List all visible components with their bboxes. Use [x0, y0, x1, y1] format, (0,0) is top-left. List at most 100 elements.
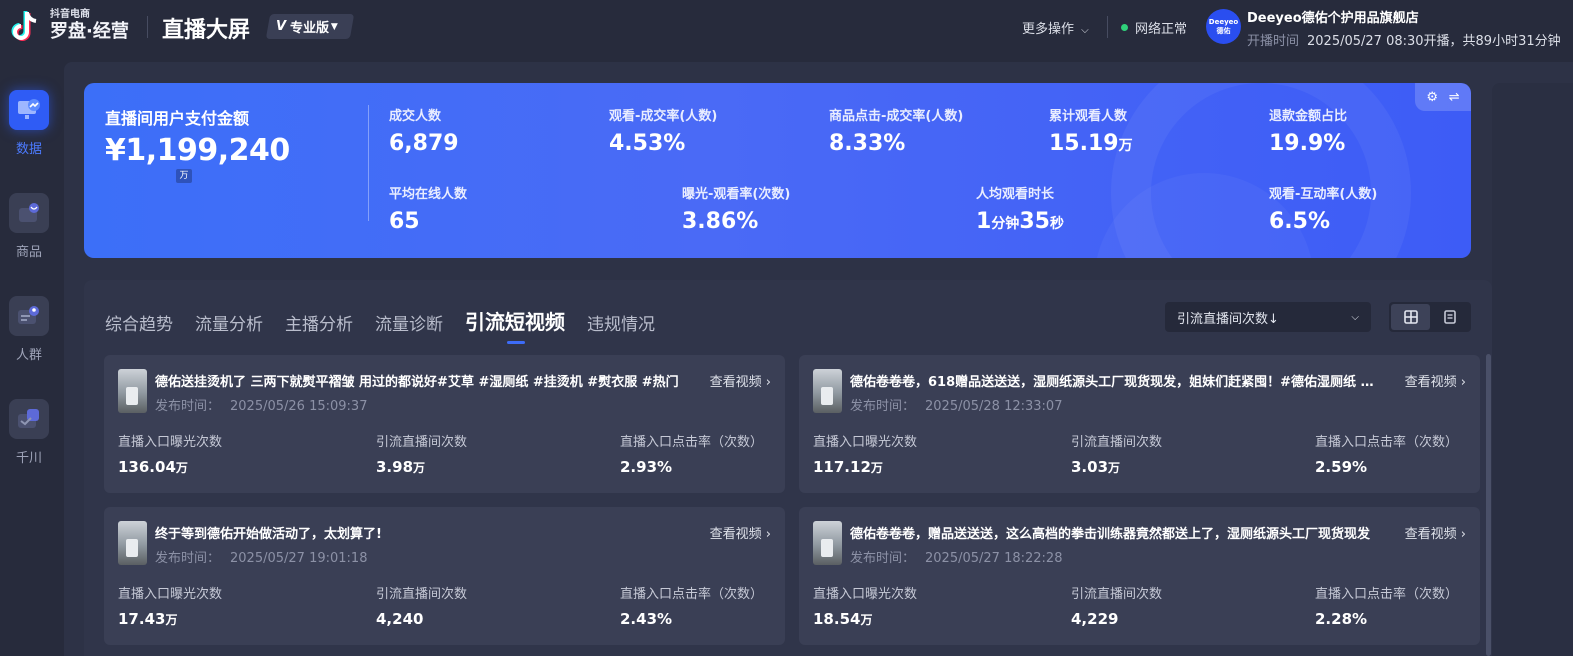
douyin-logo-icon: [10, 8, 42, 44]
logo-subtitle: 抖音电商: [50, 9, 90, 20]
sidebar-item-label: 商品: [15, 245, 42, 260]
network-status: 网络正常: [1121, 18, 1187, 37]
sidebar-item-label: 千川: [15, 451, 42, 466]
sidebar-item-qianchuan[interactable]: 千川: [8, 399, 50, 466]
sidebar-item-audience[interactable]: 人群: [8, 296, 50, 363]
tab-anchor-analysis[interactable]: 主播分析: [285, 310, 353, 335]
chevron-right-icon: ›: [765, 375, 771, 390]
metric-traffic: 引流直播间次数 3.98万: [376, 435, 468, 476]
caret-down-icon: ▼: [331, 21, 338, 32]
publish-time: 发布时间： 2025/05/26 15:09:37: [155, 399, 368, 414]
grid-view-button[interactable]: [1391, 304, 1430, 330]
kpi-refund-ratio: 退款金额占比 19.9%: [1269, 105, 1347, 156]
logo-title: 罗盘·经营: [50, 21, 129, 42]
metric-traffic: 引流直播间次数 4,229: [1071, 587, 1163, 628]
page-title: 直播大屏: [162, 18, 251, 43]
swap-icon[interactable]: ⇌: [1449, 90, 1460, 105]
kpi-label: 累计观看人数: [1049, 109, 1128, 124]
side-panel: [1492, 83, 1573, 656]
video-thumbnail[interactable]: [118, 521, 147, 565]
kpi-value: 6,879: [389, 131, 459, 156]
v-check-icon: V: [276, 19, 287, 34]
video-thumbnail[interactable]: [813, 369, 842, 413]
analysis-tabs: 综合趋势 流量分析 主播分析 流量诊断 引流短视频 违规情况: [105, 306, 677, 344]
shop-avatar[interactable]: Deeyeo 德佑: [1206, 9, 1241, 44]
metric-exposure: 直播入口曝光次数 18.54万: [813, 587, 918, 628]
kpi-value: 19.9%: [1269, 131, 1346, 156]
tab-short-videos[interactable]: 引流短视频: [465, 306, 565, 344]
top-header: 抖音电商 罗盘·经营 直播大屏 V 专业版 ▼ 更多操作 ⌵ 网络正常 Deey…: [0, 0, 1573, 56]
settings-icon[interactable]: ⚙: [1426, 90, 1438, 105]
chevron-right-icon: ›: [765, 527, 771, 542]
kpi-summary-card: 直播间用户支付金额 ¥1,199,240 万 成交人数 6,879 观看-成交率…: [84, 83, 1471, 258]
scrollbar[interactable]: [1486, 354, 1491, 656]
kpi-label: 平均在线人数: [389, 187, 468, 202]
more-ops-label: 更多操作: [1022, 22, 1075, 37]
sort-select[interactable]: 引流直播间次数↓ ⌵: [1165, 302, 1371, 332]
tab-traffic-diagnosis[interactable]: 流量诊断: [375, 310, 443, 335]
kpi-avg-watch-time: 人均观看时长 1分钟35秒: [976, 183, 1064, 234]
sidebar-item-data[interactable]: 数据: [8, 90, 50, 157]
video-thumbnail[interactable]: [813, 521, 842, 565]
gmv-unit-badge[interactable]: 万: [176, 169, 192, 183]
chevron-down-icon: ⌵: [1081, 25, 1089, 36]
sidebar: 数据 商品 人群 千川: [0, 56, 60, 656]
tab-overall-trend[interactable]: 综合趋势: [105, 310, 173, 335]
metric-ctr: 直播入口点击率（次数） 2.59%: [1315, 435, 1459, 476]
sidebar-item-product[interactable]: 商品: [8, 193, 50, 260]
status-dot-icon: [1121, 24, 1128, 31]
header-divider: [147, 16, 148, 38]
more-operations-dropdown[interactable]: 更多操作 ⌵: [1022, 18, 1089, 37]
shop-name: Deeyeo德佑个护用品旗舰店: [1247, 11, 1419, 26]
gmv-label: 直播间用户支付金额: [105, 109, 250, 128]
video-card: 德佑卷卷卷，赠品送送送，这么高档的拳击训练器竟然都送上了，湿厕纸源头工厂现货现发…: [799, 507, 1480, 645]
video-card: 德佑卷卷卷，618赠品送送送，湿厕纸源头工厂现货现发，姐妹们赶紧囤！#德佑湿厕纸…: [799, 355, 1480, 493]
logo[interactable]: 抖音电商 罗盘·经营: [10, 8, 129, 44]
publish-time: 发布时间： 2025/05/28 12:33:07: [850, 399, 1063, 414]
kpi-label: 成交人数: [389, 109, 442, 124]
chart-screen-icon: [9, 90, 49, 130]
live-time-info: 开播时间 2025/05/27 08:30开播，共89小时31分钟: [1247, 30, 1561, 49]
view-video-link[interactable]: 查看视频 ›: [710, 371, 771, 390]
view-video-link[interactable]: 查看视频 ›: [1405, 371, 1466, 390]
publish-time: 发布时间： 2025/05/27 18:22:28: [850, 551, 1063, 566]
view-video-link[interactable]: 查看视频 ›: [1405, 523, 1466, 542]
sidebar-item-label: 人群: [15, 348, 42, 363]
kpi-view-conversion: 观看-成交率(人数) 4.53%: [609, 105, 717, 156]
list-view-button[interactable]: [1430, 304, 1469, 330]
kpi-toolbar: ⚙ ⇌: [1415, 83, 1471, 111]
user-card-icon: [9, 296, 49, 336]
chevron-down-icon: ⌵: [1351, 311, 1359, 323]
sort-select-value: 引流直播间次数↓: [1177, 311, 1279, 327]
gmv-value: ¥1,199,240: [105, 133, 290, 168]
edition-switch-button[interactable]: V 专业版 ▼: [265, 14, 355, 39]
kpi-value: 3.86%: [682, 209, 759, 234]
network-status-label: 网络正常: [1135, 22, 1188, 37]
edition-label: 专业版: [290, 21, 330, 36]
list-icon: [1443, 310, 1456, 324]
tab-violations[interactable]: 违规情况: [587, 310, 655, 335]
metric-ctr: 直播入口点击率（次数） 2.93%: [620, 435, 764, 476]
shopping-bag-icon: [9, 193, 49, 233]
kpi-divider: [368, 105, 369, 221]
kpi-label: 曝光-观看率(次数): [682, 187, 791, 202]
kpi-value: 4.53%: [609, 131, 686, 156]
grid-icon: [1403, 310, 1418, 324]
view-toggle: [1389, 302, 1471, 332]
kpi-click-conversion: 商品点击-成交率(人数) 8.33%: [829, 105, 963, 156]
video-thumbnail[interactable]: [118, 369, 147, 413]
kpi-value: 15.19万: [1049, 131, 1133, 156]
kpi-buyers: 成交人数 6,879: [389, 105, 459, 156]
chevron-right-icon: ›: [1460, 375, 1466, 390]
kpi-exposure-view-rate: 曝光-观看率(次数) 3.86%: [682, 183, 790, 234]
metric-ctr: 直播入口点击率（次数） 2.28%: [1315, 587, 1459, 628]
video-title: 终于等到德佑开始做活动了，太划算了!: [155, 527, 382, 542]
tab-traffic-analysis[interactable]: 流量分析: [195, 310, 263, 335]
publish-time: 发布时间： 2025/05/27 19:01:18: [155, 551, 368, 566]
view-video-link[interactable]: 查看视频 ›: [710, 523, 771, 542]
metric-exposure: 直播入口曝光次数 17.43万: [118, 587, 223, 628]
kpi-total-viewers: 累计观看人数 15.19万: [1049, 105, 1133, 156]
sidebar-item-label: 数据: [15, 142, 42, 157]
metric-traffic: 引流直播间次数 3.03万: [1071, 435, 1163, 476]
chevron-right-icon: ›: [1460, 527, 1466, 542]
